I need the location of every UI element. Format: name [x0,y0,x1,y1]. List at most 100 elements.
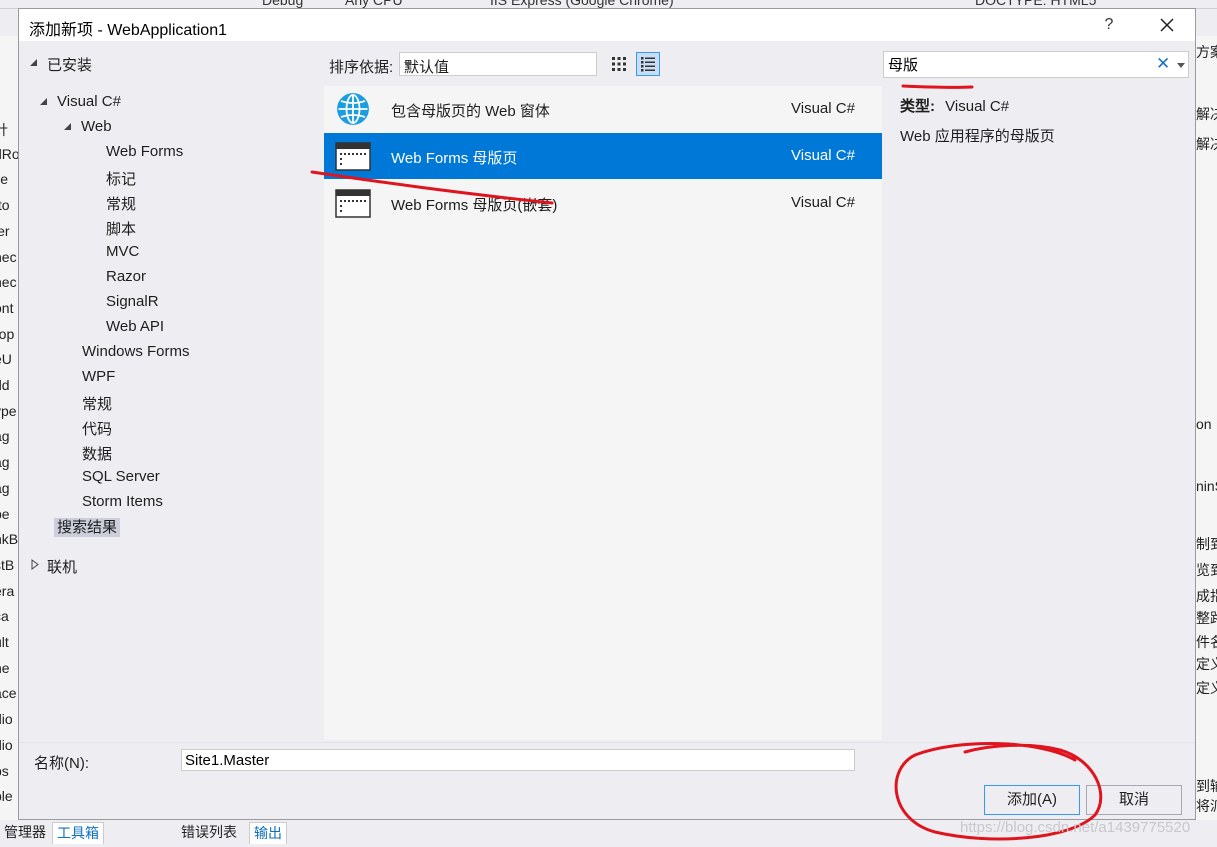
globe-icon [337,93,369,125]
ide-left-fragment: ag [0,428,10,445]
bottom-tab-toolbox[interactable]: 工具箱 [52,822,104,844]
ide-left-fragment: dio [0,711,13,728]
tree-data[interactable]: 数据 [82,443,112,464]
watermark: https://blog.csdn.net/a1439775520 [960,819,1191,836]
ide-right-fragment: 方案 [1196,44,1217,60]
ide-right-fragment: 到输 [1196,778,1217,794]
expanded-triangle-icon[interactable] [29,58,38,67]
ide-left-fragment: ca [0,608,9,625]
ide-left-fragment: dio [0,736,13,753]
template-list: 包含母版页的 Web 窗体 Visual C# Web Forms 母版页 Vi… [324,86,882,740]
platform-fragment: Any CPU [345,0,403,8]
ide-right-fragment: 件名 [1196,634,1217,650]
tree-storm-items[interactable]: Storm Items [82,493,163,510]
tree-online-label: 联机 [47,559,78,576]
name-label: 名称(N): [34,755,89,772]
chevron-down-icon[interactable] [1177,63,1185,68]
ide-left-fragment: ont [0,299,14,316]
tree-signalr[interactable]: SignalR [106,293,159,310]
tree-windows-forms[interactable]: Windows Forms [82,343,190,360]
template-row-master-page[interactable]: Web Forms 母版页 Visual C# [324,133,882,179]
search-input[interactable] [888,55,1148,74]
ide-right-fragment: 定义 [1196,680,1217,696]
master-page-icon [335,142,371,171]
sort-label: 排序依据: [329,59,394,76]
help-button[interactable]: ? [1094,13,1124,37]
ide-left-panel-background: 针 dRo lle tto ler nec hec ont rop eU dd ype ag ag ag be… [0,36,19,820]
template-row-nested-master-page[interactable]: Web Forms 母版页(嵌套) Visual C# [324,180,882,226]
bottom-tab-error-list[interactable]: 错误列表 [177,822,241,843]
add-button[interactable]: 添加(A) [984,785,1080,815]
ide-left-fragment: dRo [0,145,19,162]
template-row-webform-with-master[interactable]: 包含母版页的 Web 窗体 Visual C# [324,86,882,132]
template-language: Visual C# [791,100,855,117]
tree-visual-csharp[interactable]: Visual C# [39,93,121,110]
close-button[interactable] [1147,13,1187,37]
tree-installed-label: 已安装 [47,57,93,74]
run-target-fragment: IIS Express (Google Chrome) [490,0,674,8]
ide-right-fragment: on [1196,416,1212,432]
tree-markup[interactable]: 标记 [106,168,136,189]
ide-left-fragment: ne [0,659,10,676]
chevron-down-icon [404,62,412,67]
sort-dropdown[interactable]: 默认值 [399,52,597,76]
template-language: Visual C# [791,147,855,164]
grid-view-button[interactable] [607,52,631,76]
ide-left-fragment: nec [0,248,17,265]
tree-razor[interactable]: Razor [106,268,146,285]
tree-web-api[interactable]: Web API [106,318,164,335]
ide-left-fragment: 针 [0,120,8,140]
template-language: Visual C# [791,194,855,211]
tree-online[interactable]: 联机 [31,556,77,577]
bottom-tab-manager[interactable]: 管理器 [0,822,50,843]
ide-right-fragment: 解决 [1196,106,1217,122]
ide-left-fragment: ype [0,402,17,419]
ide-right-panel-background: 方案解决解决onninS制到览到成指整路件名定义定义到输将派 [1196,36,1217,820]
ide-left-fragment: ace [0,685,17,702]
list-view-button[interactable] [636,52,660,76]
details-type-value: Visual C# [945,98,1010,115]
tree-wpf[interactable]: WPF [82,368,115,385]
dialog-title: 添加新项 - WebApplication1 [29,22,228,39]
tree-mvc[interactable]: MVC [106,243,139,260]
tree-web[interactable]: Web [63,118,112,135]
tree-sql-server[interactable]: SQL Server [82,468,160,485]
divider [19,742,1195,743]
name-input[interactable] [181,749,855,771]
tree-search-results[interactable]: 搜索结果 [54,516,121,537]
ide-right-fragment: 览到 [1196,562,1217,578]
tree-installed[interactable]: 已安装 [29,54,92,75]
tree-visual-csharp-label: Visual C# [57,93,121,110]
template-name: Web Forms 母版页 [391,150,518,167]
ide-right-fragment: ninS [1196,478,1217,494]
cancel-button[interactable]: 取消 [1086,785,1182,815]
search-box[interactable]: ✕ [883,51,1189,78]
ide-right-fragment: 解决 [1196,136,1217,152]
details-type-label: 类型: [900,98,935,115]
tree-general[interactable]: 常规 [82,393,112,414]
template-name: Web Forms 母版页(嵌套) [391,197,558,214]
tree-script[interactable]: 脚本 [106,218,136,239]
expanded-triangle-icon[interactable] [63,122,72,131]
ide-left-fragment: hec [0,274,17,291]
tree-general-web[interactable]: 常规 [106,193,136,214]
details-description: Web 应用程序的母版页 [900,128,1055,145]
collapsed-triangle-icon[interactable] [31,559,39,570]
ide-left-fragment: rop [0,325,15,342]
tree-web-forms[interactable]: Web Forms [106,143,183,160]
ide-right-fragment: 制到 [1196,536,1217,552]
expanded-triangle-icon[interactable] [39,97,48,106]
ide-left-fragment: be [0,505,10,522]
ide-left-fragment: stB [0,556,15,573]
bottom-tab-output[interactable]: 输出 [249,822,287,844]
ide-right-fragment: 定义 [1196,656,1217,672]
tree-code[interactable]: 代码 [82,418,112,439]
ide-left-fragment: ult [0,634,9,650]
ide-left-fragment: ag [0,479,10,496]
ide-right-fragment: 成指 [1196,588,1217,604]
dialog-titlebar: 添加新项 - WebApplication1 ? [19,9,1195,41]
tree-web-label: Web [81,118,112,135]
ide-left-fragment: ler [0,222,10,239]
clear-search-icon[interactable]: ✕ [1156,54,1170,74]
doctype-fragment: DOCTYPE: HTML5 [975,0,1097,8]
